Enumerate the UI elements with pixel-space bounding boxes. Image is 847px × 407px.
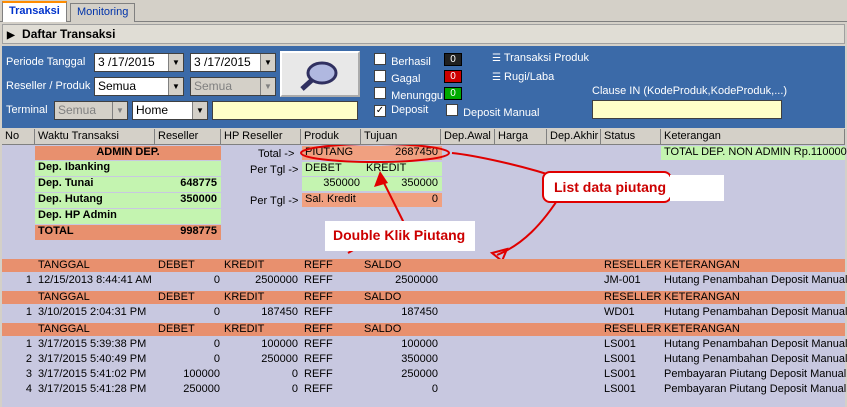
chevron-down-icon[interactable]: ▼ — [260, 54, 275, 71]
chevron-down-icon[interactable]: ▼ — [168, 54, 183, 71]
filter-panel: Periode Tanggal 3 /17/2015 ▼ 3 /17/2015 ▼ … — [2, 46, 845, 128]
table-row[interactable]: 3 3/17/2015 5:41:02 PM 100000 0 REFF 250… — [2, 368, 846, 381]
detail-header: TANGGAL DEBET KREDIT REFF SALDO RESELLER… — [2, 323, 845, 336]
deposit-checkbox[interactable]: ✓ — [374, 105, 386, 117]
clause-label: Clause IN (KodeProduk,KodeProduk,...) — [592, 85, 788, 97]
chevron-down-icon[interactable]: ▼ — [112, 102, 127, 119]
report-list-icon: ☰ — [492, 72, 501, 83]
magnifier-icon — [300, 61, 338, 91]
grid-body: ADMIN DEP. Dep. Ibanking Dep. Tunai 64877… — [2, 145, 847, 407]
expand-triangle-icon[interactable]: ▶ — [7, 30, 15, 41]
report-list-icon: ☰ — [492, 53, 501, 64]
chevron-down-icon[interactable]: ▼ — [260, 78, 275, 95]
gagal-count: 0 — [444, 70, 462, 83]
terminal-text-input[interactable] — [212, 101, 358, 120]
chevron-down-icon[interactable]: ▼ — [192, 102, 207, 119]
col-keterangan[interactable]: Keterangan — [661, 129, 845, 145]
berhasil-count: 0 — [444, 53, 462, 66]
report-rugi-laba[interactable]: ☰ Rugi/Laba — [492, 71, 554, 83]
berhasil-checkbox[interactable] — [374, 53, 386, 65]
detail-header: TANGGAL DEBET KREDIT REFF SALDO RESELLER… — [2, 259, 845, 272]
date-from-picker[interactable]: 3 /17/2015 ▼ — [94, 53, 184, 72]
status-berhasil[interactable]: Berhasil — [374, 53, 431, 68]
report-transaksi-produk[interactable]: ☰ Transaksi Produk — [492, 52, 589, 64]
search-button[interactable] — [280, 51, 360, 97]
date-to-picker[interactable]: 3 /17/2015 ▼ — [190, 53, 276, 72]
grid-header: No Waktu Transaksi Reseller HP Reseller … — [2, 129, 845, 145]
terminal-label: Terminal — [6, 104, 48, 116]
produk-select[interactable]: Semua ▼ — [190, 77, 276, 96]
tab-bar: Transaksi Monitoring — [0, 0, 847, 22]
chevron-down-icon[interactable]: ▼ — [168, 78, 183, 95]
annotation-white-box — [670, 175, 724, 201]
col-harga[interactable]: Harga — [495, 129, 547, 145]
table-row[interactable]: 1 3/10/2015 2:04:31 PM 0 187450 REFF 187… — [2, 306, 847, 319]
col-status[interactable]: Status — [601, 129, 661, 145]
annotation-double-click: Double Klik Piutang — [325, 221, 475, 251]
status-deposit[interactable]: ✓ Deposit — [374, 104, 428, 117]
section-title: Daftar Transaksi — [22, 27, 116, 41]
reseller-label: Reseller / Produk — [6, 80, 91, 92]
col-tujuan[interactable]: Tujuan — [361, 129, 441, 145]
menunggu-checkbox[interactable] — [374, 87, 386, 99]
terminal-select[interactable]: Semua ▼ — [54, 101, 128, 120]
table-row[interactable]: 2 3/17/2015 5:40:49 PM 0 250000 REFF 350… — [2, 353, 847, 366]
col-waktu[interactable]: Waktu Transaksi — [35, 129, 155, 145]
col-hp-reseller[interactable]: HP Reseller — [221, 129, 301, 145]
col-no[interactable]: No — [2, 129, 35, 145]
deposit-manual[interactable]: Deposit Manual — [446, 104, 540, 119]
deposit-manual-checkbox[interactable] — [446, 104, 458, 116]
col-produk[interactable]: Produk — [301, 129, 361, 145]
clause-input[interactable] — [592, 100, 782, 119]
tab-monitoring[interactable]: Monitoring — [70, 3, 136, 22]
col-dep-akhir[interactable]: Dep.Akhir — [547, 129, 601, 145]
col-reseller[interactable]: Reseller — [155, 129, 221, 145]
tab-transaksi[interactable]: Transaksi — [2, 1, 67, 22]
status-menunggu[interactable]: Menunggu — [374, 87, 443, 102]
location-select[interactable]: Home ▼ — [132, 101, 208, 120]
gagal-checkbox[interactable] — [374, 70, 386, 82]
status-gagal[interactable]: Gagal — [374, 70, 420, 85]
table-row[interactable]: 1 12/15/2013 8:44:41 AM 0 2500000 REFF 2… — [2, 274, 847, 287]
col-dep-awal[interactable]: Dep.Awal — [441, 129, 495, 145]
menunggu-count: 0 — [444, 87, 462, 100]
detail-header: TANGGAL DEBET KREDIT REFF SALDO RESELLER… — [2, 291, 845, 304]
reseller-select[interactable]: Semua ▼ — [94, 77, 184, 96]
section-header[interactable]: ▶ Daftar Transaksi — [2, 24, 845, 44]
annotation-list-piutang: List data piutang — [542, 171, 672, 203]
periode-label: Periode Tanggal — [6, 56, 86, 68]
table-row[interactable]: 1 3/17/2015 5:39:38 PM 0 100000 REFF 100… — [2, 338, 847, 351]
table-row[interactable]: 4 3/17/2015 5:41:28 PM 250000 0 REFF 0 L… — [2, 383, 846, 396]
